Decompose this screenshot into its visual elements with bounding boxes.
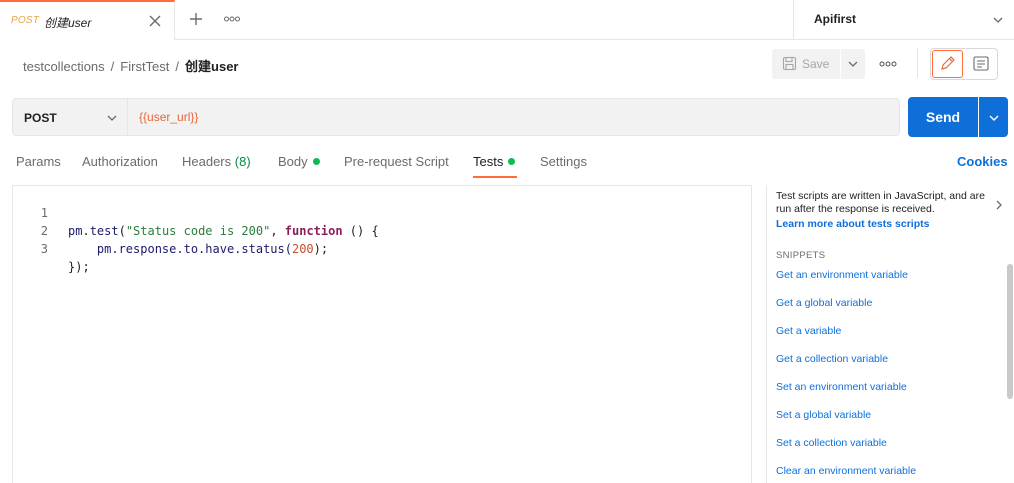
snippet-link[interactable]: Clear an environment variable bbox=[776, 465, 916, 477]
breadcrumb-collection[interactable]: testcollections bbox=[23, 59, 105, 74]
environment-selector[interactable]: Apifirst bbox=[814, 12, 856, 26]
tab-body[interactable]: Body bbox=[278, 154, 320, 169]
snippet-link[interactable]: Set an environment variable bbox=[776, 381, 907, 393]
scrollbar-thumb[interactable] bbox=[1007, 264, 1013, 399]
save-icon bbox=[782, 56, 797, 71]
code-line[interactable]: 3 }); bbox=[12, 222, 732, 274]
divider bbox=[917, 48, 918, 78]
code-line[interactable]: 1 pm.test("Status code is 200", function… bbox=[12, 186, 732, 238]
chevron-down-icon bbox=[105, 111, 119, 128]
breadcrumb-current[interactable]: 创建user bbox=[185, 59, 238, 74]
code-text: pm.response.to.have.status(200); bbox=[68, 242, 329, 256]
document-icon bbox=[973, 56, 989, 71]
tab-tests[interactable]: Tests bbox=[473, 154, 516, 169]
chevron-down-icon bbox=[989, 115, 999, 121]
pencil-icon bbox=[941, 56, 955, 70]
divider bbox=[793, 0, 794, 40]
code-text: }); bbox=[68, 260, 90, 274]
breadcrumb-folder[interactable]: FirstTest bbox=[120, 59, 169, 74]
plus-icon[interactable] bbox=[188, 11, 204, 27]
chevron-down-icon[interactable] bbox=[991, 13, 1005, 27]
save-button[interactable]: Save bbox=[772, 49, 840, 79]
send-button[interactable]: Send bbox=[908, 97, 978, 137]
tab-pre-request-script[interactable]: Pre-request Script bbox=[344, 154, 449, 169]
more-icon[interactable] bbox=[223, 11, 241, 27]
tab-settings[interactable]: Settings bbox=[540, 154, 587, 169]
edit-mode-button[interactable] bbox=[932, 50, 963, 78]
more-icon[interactable] bbox=[878, 56, 898, 72]
tab-authorization[interactable]: Authorization bbox=[82, 154, 158, 169]
tab-headers[interactable]: Headers (8) bbox=[182, 154, 251, 169]
snippet-link[interactable]: Get a variable bbox=[776, 325, 841, 337]
cookies-link[interactable]: Cookies bbox=[957, 154, 1008, 169]
snippets-heading: SNIPPETS bbox=[776, 250, 826, 261]
headers-count: (8) bbox=[234, 154, 251, 169]
breadcrumb: testcollections / FirstTest / 创建user bbox=[23, 56, 239, 75]
learn-more-link[interactable]: Learn more about tests scripts bbox=[776, 218, 929, 230]
url-input[interactable]: {{user_url}} bbox=[128, 98, 900, 136]
snippet-link[interactable]: Get a global variable bbox=[776, 297, 872, 309]
active-tab-indicator bbox=[473, 176, 517, 178]
tab-params[interactable]: Params bbox=[16, 154, 61, 169]
snippet-link[interactable]: Set a collection variable bbox=[776, 437, 887, 449]
save-options-button[interactable] bbox=[841, 49, 865, 79]
breadcrumb-separator: / bbox=[175, 59, 180, 74]
documentation-button[interactable] bbox=[966, 50, 996, 78]
breadcrumb-separator: / bbox=[110, 59, 115, 74]
request-tab[interactable]: POST 创建user bbox=[0, 0, 175, 40]
send-label: Send bbox=[925, 109, 961, 125]
save-label: Save bbox=[802, 57, 830, 71]
chevron-down-icon bbox=[848, 61, 858, 67]
close-icon[interactable] bbox=[147, 13, 163, 29]
status-dot bbox=[508, 158, 516, 165]
method-select[interactable]: POST bbox=[12, 98, 128, 136]
send-options-button[interactable] bbox=[979, 97, 1008, 137]
code-line[interactable]: 2 pm.response.to.have.status(200); bbox=[12, 204, 732, 256]
snippet-link[interactable]: Set a global variable bbox=[776, 409, 871, 421]
line-number: 3 bbox=[40, 242, 48, 256]
snippet-link[interactable]: Get an environment variable bbox=[776, 269, 908, 281]
status-dot bbox=[312, 158, 320, 165]
tab-method: POST bbox=[11, 15, 40, 26]
tab-tests-label: Tests bbox=[473, 154, 504, 169]
panel-description: Test scripts are written in JavaScript, … bbox=[776, 190, 985, 215]
method-label: POST bbox=[24, 111, 57, 125]
snippet-link[interactable]: Get a collection variable bbox=[776, 353, 888, 365]
chevron-right-icon[interactable] bbox=[994, 199, 1004, 214]
url-value: {{user_url}} bbox=[139, 110, 199, 124]
tab-body-label: Body bbox=[278, 154, 308, 169]
tab-title: 创建user bbox=[44, 16, 92, 30]
tab-headers-label: Headers bbox=[182, 154, 232, 169]
divider bbox=[766, 185, 767, 483]
